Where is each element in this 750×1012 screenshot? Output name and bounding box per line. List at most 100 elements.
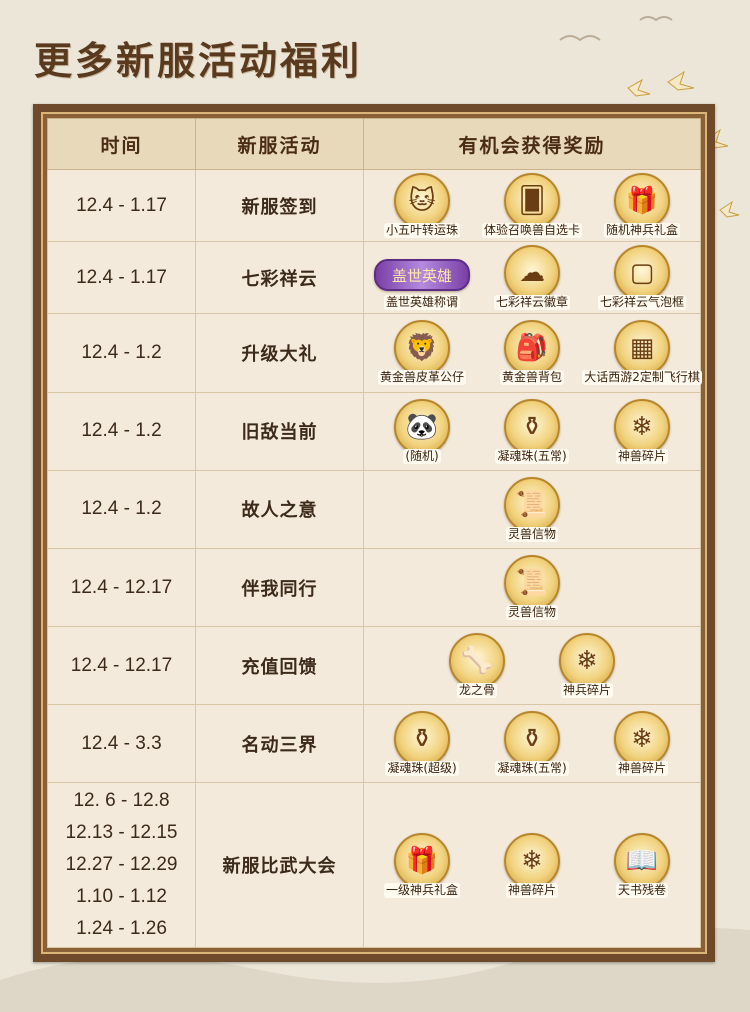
reward-label: 凝魂珠(超级) xyxy=(385,761,459,777)
time-cell: 12.4 - 1.2 xyxy=(47,391,196,471)
activity-name: 七彩祥云 xyxy=(195,241,364,315)
reward-item: ❄ 神兽碎片 xyxy=(590,711,694,777)
time-cell: 12.4 - 1.17 xyxy=(47,241,196,315)
rewards-cell: 🦴 龙之骨 ❄ 神兵碎片 xyxy=(363,626,701,706)
reward-item: ❄ 神兽碎片 xyxy=(590,398,694,464)
table-row: 12.4 - 12.17 伴我同行 📜 灵兽信物 xyxy=(47,547,701,628)
activity-name: 伴我同行 xyxy=(195,547,364,628)
activity-name: 新服签到 xyxy=(195,168,364,243)
table-row: 12.4 - 1.2 故人之意 📜 灵兽信物 xyxy=(47,469,701,549)
reward-label: 凝魂珠(五常) xyxy=(495,761,569,777)
date-range: 12.4 - 3.3 xyxy=(81,732,162,754)
reward-item: ❄ 神兵碎片 xyxy=(535,633,639,699)
reward-label: 神兽碎片 xyxy=(615,761,668,777)
table-row: 12.4 - 1.17 七彩祥云 盖世英雄 盖世英雄称谓 ☁ 七彩祥云徽章 ▢ 七彩祥云气泡框 xyxy=(47,241,701,315)
reward-label: 七彩祥云气泡框 xyxy=(597,295,686,311)
reward-item: 🐼 (随机) xyxy=(370,398,474,464)
date-range: 12.4 - 1.17 xyxy=(76,266,167,288)
reward-item: 🎁 随机神兵礼盒 xyxy=(590,173,694,239)
reward-item: ☁ 七彩祥云徽章 xyxy=(480,245,584,311)
activity-name: 充值回馈 xyxy=(195,626,364,706)
reward-item: 🐱 小五叶转运珠 xyxy=(370,173,474,239)
crystal-shards-icon: ❄ xyxy=(504,832,560,889)
rewards-cell: 🐱 小五叶转运珠 🂠 体验召唤兽自选卡 🎁 随机神兵礼盒 xyxy=(363,168,701,243)
date-range: 1.24 - 1.26 xyxy=(76,918,167,940)
reward-item: 🦁 黄金兽皮革公仔 xyxy=(370,320,474,386)
panda-icon: 🐼 xyxy=(394,398,450,455)
gold-vase-icon: ⚱ xyxy=(504,398,560,455)
reward-label: 一级神兵礼盒 xyxy=(383,882,460,898)
reward-item: 盖世英雄 盖世英雄称谓 xyxy=(370,245,474,311)
dragon-bone-icon: 🦴 xyxy=(449,633,505,690)
weapon-chest-icon: 🎁 xyxy=(394,832,450,889)
activity-name: 旧敌当前 xyxy=(195,391,364,471)
page-title: 更多新服活动福利 xyxy=(34,38,363,83)
board-game-icon: ▦ xyxy=(614,320,670,377)
date-range: 12.4 - 1.17 xyxy=(76,194,167,216)
reward-label: 七彩祥云徽章 xyxy=(493,295,570,311)
table-header-row: 时间 新服活动 有机会获得奖励 xyxy=(47,118,701,170)
table-row: 12.4 - 1.2 旧敌当前 🐼 (随机) ⚱ 凝魂珠(五常) ❄ 神兽碎片 xyxy=(47,391,701,471)
reward-label: 天书残卷 xyxy=(615,882,668,898)
rewards-table-frame: 时间 新服活动 有机会获得奖励 12.4 - 1.17 新服签到 🐱 小五叶转运珠 🂠 体… xyxy=(33,104,715,962)
rewards-cell: 盖世英雄 盖世英雄称谓 ☁ 七彩祥云徽章 ▢ 七彩祥云气泡框 xyxy=(363,241,701,315)
reward-list: 🦴 龙之骨 ❄ 神兵碎片 xyxy=(364,633,700,699)
reward-item: ⚱ 凝魂珠(超级) xyxy=(370,711,474,777)
reward-list: 🎁 一级神兵礼盒 ❄ 神兽碎片 📖 天书残卷 xyxy=(364,832,700,898)
header-time: 时间 xyxy=(47,118,196,170)
reward-label: 神兽碎片 xyxy=(505,882,558,898)
time-cell: 12.4 - 1.2 xyxy=(47,313,196,393)
reward-label: 黄金兽背包 xyxy=(499,370,564,386)
reward-label: (随机) xyxy=(403,448,441,464)
rewards-cell: 🦁 黄金兽皮革公仔 🎒 黄金兽背包 ▦ 大话西游2定制飞行棋 xyxy=(363,313,702,393)
crystal-shards-icon: ❄ xyxy=(614,398,670,455)
reward-item: ▦ 大话西游2定制飞行棋 xyxy=(582,320,702,386)
rewards-cell: ⚱ 凝魂珠(超级) ⚱ 凝魂珠(五常) ❄ 神兽碎片 xyxy=(363,704,701,784)
reward-label: 灵兽信物 xyxy=(505,526,558,542)
token-box-icon: 📜 xyxy=(504,476,560,533)
crystal-shards-icon: ❄ xyxy=(614,711,670,768)
reward-list: 🐱 小五叶转运珠 🂠 体验召唤兽自选卡 🎁 随机神兵礼盒 xyxy=(364,173,700,239)
reward-item: 📜 灵兽信物 xyxy=(480,555,584,620)
header-rewards: 有机会获得奖励 xyxy=(363,118,701,170)
rewards-cell: 🐼 (随机) ⚱ 凝魂珠(五常) ❄ 神兽碎片 xyxy=(363,391,701,471)
reward-label: 龙之骨 xyxy=(456,683,497,699)
header-activity: 新服活动 xyxy=(195,118,364,170)
activity-name: 升级大礼 xyxy=(195,313,364,393)
frame-border: 时间 新服活动 有机会获得奖励 12.4 - 1.17 新服签到 🐱 小五叶转运珠 🂠 体… xyxy=(41,112,707,954)
reward-item: 🎁 一级神兵礼盒 xyxy=(370,832,474,898)
rewards-cell: 📜 灵兽信物 xyxy=(363,547,701,628)
bubble-frame-icon: ▢ xyxy=(614,245,670,302)
date-range: 12.4 - 12.17 xyxy=(70,654,173,676)
crystal-shards-icon: ❄ xyxy=(559,633,615,690)
reward-label: 体验召唤兽自选卡 xyxy=(481,223,582,239)
time-cell: 12.4 - 1.2 xyxy=(47,469,196,549)
weapon-chest-icon: 🎁 xyxy=(614,173,670,230)
reward-item: 🂠 体验召唤兽自选卡 xyxy=(480,173,584,239)
gold-cat-icon: 🐱 xyxy=(394,173,450,230)
reward-item: 📖 天书残卷 xyxy=(590,832,694,898)
reward-list: ⚱ 凝魂珠(超级) ⚱ 凝魂珠(五常) ❄ 神兽碎片 xyxy=(364,711,700,777)
time-cell: 12.4 - 1.17 xyxy=(47,168,196,243)
date-range: 12.27 - 12.29 xyxy=(65,854,178,876)
reward-label: 大话西游2定制飞行棋 xyxy=(582,370,702,386)
reward-list: 📜 灵兽信物 xyxy=(364,555,700,620)
rewards-cell: 🎁 一级神兵礼盒 ❄ 神兽碎片 📖 天书残卷 xyxy=(363,782,701,948)
time-cell: 12.4 - 12.17 xyxy=(47,626,196,706)
reward-label: 小五叶转运珠 xyxy=(383,223,460,239)
time-cell: 12.4 - 3.3 xyxy=(47,704,196,784)
title-banner-icon: 盖世英雄 xyxy=(374,259,470,292)
activity-name: 新服比武大会 xyxy=(195,782,364,948)
plush-icon: 🦁 xyxy=(394,320,450,377)
activity-name: 名动三界 xyxy=(195,704,364,784)
reward-item: 🎒 黄金兽背包 xyxy=(480,320,584,386)
reward-item: ▢ 七彩祥云气泡框 xyxy=(590,245,694,311)
date-range: 1.10 - 1.12 xyxy=(76,886,167,908)
reward-list: 🦁 黄金兽皮革公仔 🎒 黄金兽背包 ▦ 大话西游2定制飞行棋 xyxy=(364,320,702,386)
blue-vase-icon: ⚱ xyxy=(394,711,450,768)
table-row: 12.4 - 1.2 升级大礼 🦁 黄金兽皮革公仔 🎒 黄金兽背包 ▦ 大话西游2定制飞行棋 xyxy=(47,313,702,393)
red-card-icon: 🂠 xyxy=(504,173,560,230)
date-range: 12. 6 - 12.8 xyxy=(73,790,170,812)
gold-vase-icon: ⚱ xyxy=(504,711,560,768)
date-range: 12.4 - 1.2 xyxy=(81,498,162,520)
